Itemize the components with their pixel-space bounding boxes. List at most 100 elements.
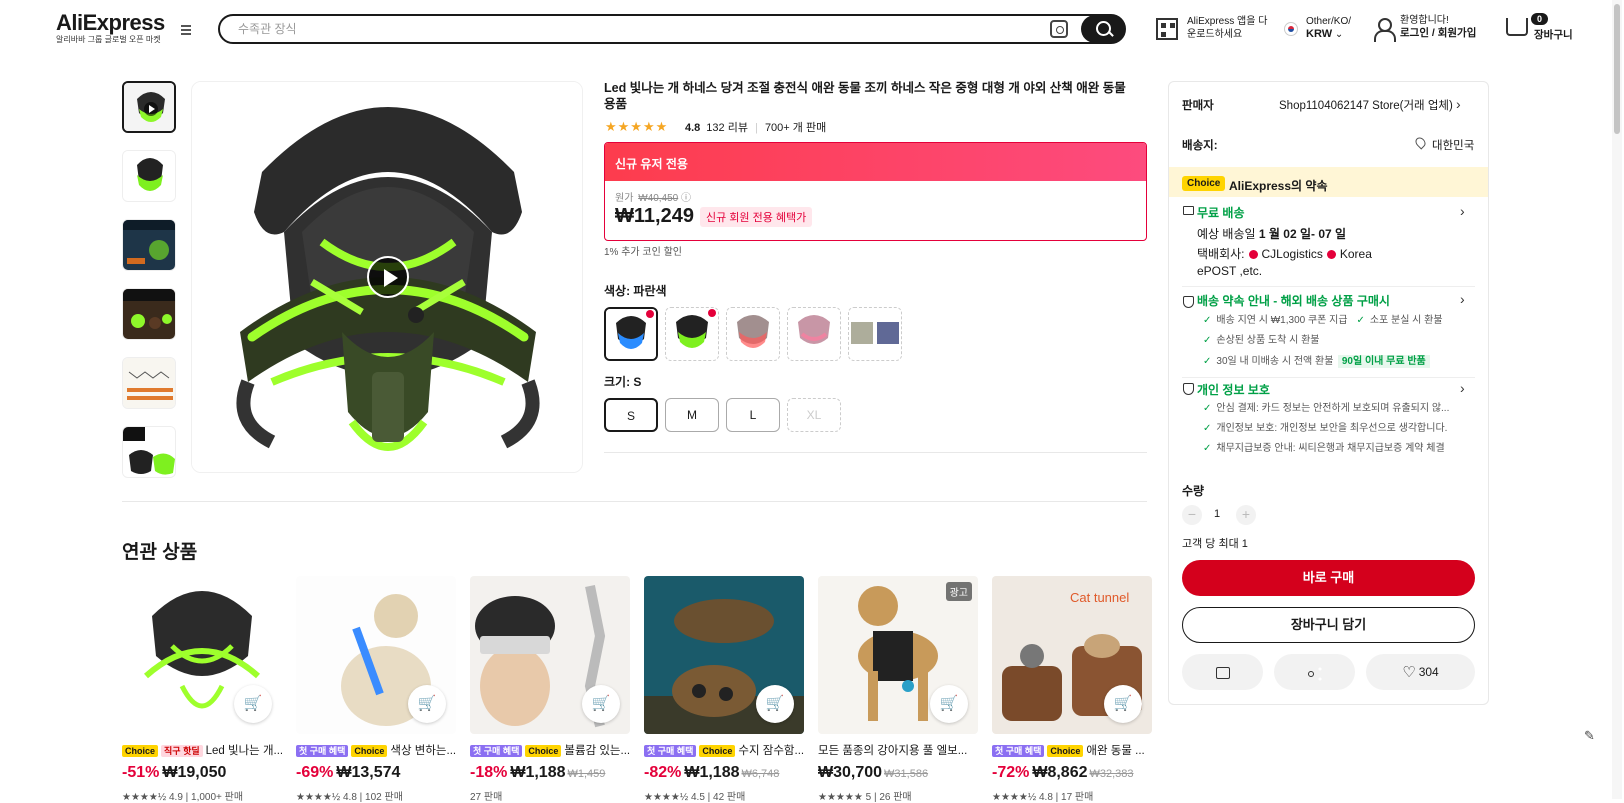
info-icon[interactable]: ⓘ <box>681 193 691 204</box>
ship-to-label: 배송지: <box>1182 140 1218 152</box>
add-to-cart-icon[interactable]: 🛒 <box>930 685 968 723</box>
divider <box>1182 286 1475 287</box>
quantity-plus-button[interactable]: + <box>1236 505 1256 525</box>
quantity-value[interactable]: 1 <box>1214 508 1220 520</box>
product-card-image[interactable]: 🛒 <box>644 576 804 734</box>
promise-item: 30일 내 미배송 시 전액 환불 <box>1203 356 1333 367</box>
product-card-image[interactable]: 🛒 <box>296 576 456 734</box>
thumbnail-image[interactable] <box>122 150 176 202</box>
search-input[interactable] <box>218 14 1126 44</box>
quantity-label: 수량 <box>1182 484 1205 498</box>
product-card-image[interactable]: 🛒 <box>470 576 630 734</box>
add-to-cart-icon[interactable]: 🛒 <box>582 685 620 723</box>
edit-icon[interactable]: ✎ <box>1584 728 1600 744</box>
new-user-banner: 신규 유저 전용 <box>605 143 1146 181</box>
aliexpress-logo[interactable]: AliExpress <box>56 10 165 36</box>
product-card-stats: ★★★★½ 4.9 | 1,000+ 판매 <box>122 792 244 803</box>
rating-stars-icon: ★★★★★ <box>605 119 669 134</box>
cart-icon[interactable] <box>1506 18 1528 36</box>
privacy-item: 개인정보 보호: 개인정보 보안을 최우선으로 생각합니다. <box>1203 419 1483 439</box>
product-card[interactable]: 광고 🛒 모든 품종의 강아지용 풀 엘보... ₩30,700 ₩31,586 … <box>818 576 978 803</box>
free-return-badge: 90일 이내 무료 반품 <box>1337 355 1430 368</box>
thumbnail-video[interactable] <box>122 81 176 133</box>
thumbnail-image[interactable] <box>122 219 176 271</box>
add-to-cart-icon[interactable]: 🛒 <box>756 685 794 723</box>
login-signup-link[interactable]: 환영합니다! 로그인 / 회원가입 <box>1400 14 1476 40</box>
store-button[interactable] <box>1182 654 1263 690</box>
thumbnail-image[interactable] <box>122 288 176 340</box>
chevron-right-icon[interactable]: › <box>1460 380 1465 396</box>
sale-price: ₩11,249 <box>615 205 694 227</box>
product-card-price: -69% ₩13,574 <box>296 764 401 781</box>
user-icon[interactable] <box>1374 18 1396 42</box>
related-products-title: 연관 상품 <box>122 542 198 563</box>
qr-code-icon[interactable] <box>1156 18 1178 40</box>
divider <box>604 452 1147 453</box>
product-card-price: -18% ₩1,188 ₩1,459 <box>470 764 606 781</box>
share-icon <box>1307 666 1322 680</box>
buy-now-button[interactable]: 바로 구매 <box>1182 560 1475 596</box>
ship-to-value[interactable]: 대한민국 <box>1432 137 1474 153</box>
product-card[interactable]: 🛒 첫 구매 혜택 Choice 수지 잠수함... -82% ₩1,188 ₩6,74… <box>644 576 804 803</box>
shield-icon <box>1183 383 1194 395</box>
chevron-right-icon[interactable]: › <box>1460 203 1465 219</box>
box-icon <box>1183 296 1194 308</box>
color-swatch-green[interactable] <box>665 307 719 361</box>
product-card-price: -82% ₩1,188 ₩6,748 <box>644 764 780 781</box>
play-video-icon[interactable] <box>367 256 409 298</box>
thumbnail-image[interactable] <box>122 426 176 478</box>
quantity-minus-button[interactable]: − <box>1182 505 1202 525</box>
add-to-cart-icon[interactable]: 🛒 <box>1104 685 1142 723</box>
size-option-m[interactable]: M <box>665 398 719 432</box>
product-card-stats: ★★★★½ 4.8 | 102 판매 <box>296 792 403 803</box>
logo-subtitle: 알리바바 그룹 글로벌 오픈 마켓 <box>56 35 161 44</box>
color-swatch-red[interactable] <box>726 307 780 361</box>
size-option-l[interactable]: L <box>726 398 780 432</box>
new-user-tag: 신규 회원 전용 혜택가 <box>700 207 813 227</box>
product-card-stats: ★★★★★ 5 | 26 판매 <box>818 792 912 803</box>
cart-label[interactable]: 장바구니 <box>1534 27 1573 42</box>
page-scrollbar[interactable] <box>1612 0 1622 799</box>
delivery-promise-title[interactable]: 배송 약속 안내 - 해외 배송 상품 구매시 <box>1197 292 1390 309</box>
color-swatch-other[interactable] <box>848 307 902 361</box>
add-to-cart-icon[interactable]: 🛒 <box>234 685 272 723</box>
color-label: 색상: 파란색 <box>604 284 667 298</box>
rating-summary[interactable]: 4.8 132 리뷰 | 700+ 개 판매 <box>685 119 826 135</box>
privacy-item: 채무지급보증 안내: 씨티은행과 채무지급보증 계약 체결 <box>1203 439 1483 459</box>
delivery-promise-list: 배송 지연 시 ₩1,300 쿠폰 지급 소포 분실 시 환불 손상된 상품 도… <box>1203 310 1483 372</box>
coin-discount-note: 1% 추가 코인 할인 <box>604 247 682 258</box>
korea-flag-icon <box>1284 22 1298 36</box>
free-shipping-title[interactable]: 무료 배송 <box>1197 204 1245 221</box>
search-button[interactable] <box>1081 15 1125 43</box>
truck-icon <box>1183 206 1194 215</box>
seller-store-link[interactable]: Shop1104062147 Store(거래 업체) › <box>1279 96 1461 113</box>
product-card[interactable]: 🛒 첫 구매 혜택 Choice 색상 변하는... -69% ₩13,574 ★★★… <box>296 576 456 803</box>
hamburger-menu-icon[interactable] <box>178 23 194 37</box>
color-swatch-pink[interactable] <box>787 307 841 361</box>
thumbnail-image[interactable] <box>122 357 176 409</box>
wishlist-button[interactable]: ♡ 304 <box>1366 654 1475 690</box>
chevron-right-icon[interactable]: › <box>1460 291 1465 307</box>
privacy-list: 안심 결제: 카드 정보는 안전하게 보호되며 유출되지 않... 개인정보 보… <box>1203 399 1483 459</box>
product-card-image[interactable]: 광고 🛒 <box>818 576 978 734</box>
camera-search-icon[interactable] <box>1050 20 1068 38</box>
product-card[interactable]: 🛒 첫 구매 혜택 Choice 볼륨감 있는... -18% ₩1,188 ₩1,45… <box>470 576 630 803</box>
add-to-cart-button[interactable]: 장바구니 담기 <box>1182 607 1475 643</box>
promise-item: 손상된 상품 도착 시 환불 <box>1203 331 1483 351</box>
product-card[interactable]: Cat tunnel 🛒 첫 구매 혜택 Choice 애완 동물 ... -72%… <box>992 576 1152 803</box>
color-swatch-blue[interactable] <box>604 307 658 361</box>
heart-icon: ♡ <box>1402 663 1416 681</box>
share-button[interactable] <box>1274 654 1355 690</box>
language-currency-selector[interactable]: Other/KO/KRW ⌄ <box>1306 15 1351 41</box>
product-card[interactable]: 🛒 Choice 직구 핫딜 Led 빛나는 개... -51% ₩19,050 ★★… <box>122 576 282 803</box>
product-card-image[interactable]: 🛒 <box>122 576 282 734</box>
privacy-title[interactable]: 개인 정보 보호 <box>1197 381 1270 398</box>
size-options: S M L XL <box>604 398 841 432</box>
product-card-image[interactable]: Cat tunnel 🛒 <box>992 576 1152 734</box>
size-option-s[interactable]: S <box>604 398 658 432</box>
privacy-item: 안심 결제: 카드 정보는 안전하게 보호되며 유출되지 않... <box>1203 399 1483 419</box>
product-card-stats: ★★★★½ 4.8 | 17 판매 <box>992 792 1094 803</box>
add-to-cart-icon[interactable]: 🛒 <box>408 685 446 723</box>
product-card-title: 첫 구매 혜택 Choice 색상 변하는... <box>296 742 456 758</box>
app-download-link[interactable]: AliExpress 앱을 다 운로드하세요 <box>1187 15 1282 41</box>
